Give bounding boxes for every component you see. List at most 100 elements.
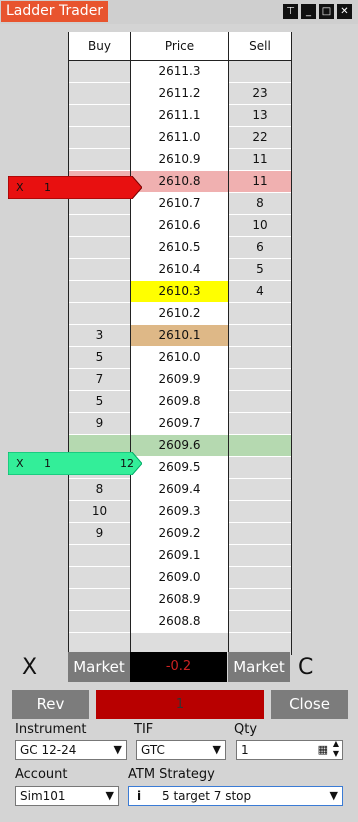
buy-cell[interactable] bbox=[69, 127, 130, 148]
sell-cell[interactable]: 23 bbox=[229, 83, 291, 104]
buy-cell[interactable] bbox=[69, 215, 130, 236]
price-cell[interactable]: 2610.2 bbox=[131, 303, 228, 324]
maximize-icon[interactable]: □ bbox=[319, 4, 334, 19]
qty-stepper[interactable]: 1 ▦ ▲ ▼ bbox=[236, 739, 343, 760]
price-cell[interactable]: 2610.5 bbox=[131, 237, 228, 258]
price-cell[interactable]: 2609.7 bbox=[131, 413, 228, 434]
buy-cell[interactable]: 7 bbox=[69, 369, 130, 390]
sell-cell[interactable]: 6 bbox=[229, 237, 291, 258]
info-icon[interactable]: i bbox=[137, 787, 141, 805]
buy-cell[interactable] bbox=[69, 83, 130, 104]
sell-cell[interactable] bbox=[229, 457, 291, 478]
sell-cell[interactable] bbox=[229, 479, 291, 500]
price-cell[interactable]: 2609.2 bbox=[131, 523, 228, 544]
price-cell[interactable]: 2609.8 bbox=[131, 391, 228, 412]
sell-cell[interactable] bbox=[229, 369, 291, 390]
price-cell[interactable]: 2610.4 bbox=[131, 259, 228, 280]
spin-arrows-icon[interactable]: ▲ ▼ bbox=[333, 739, 339, 759]
sell-cell[interactable] bbox=[229, 501, 291, 522]
tif-select[interactable]: GTC ▼ bbox=[136, 740, 226, 760]
price-cell[interactable]: 2611.2 bbox=[131, 83, 228, 104]
stop-order-cancel[interactable]: X bbox=[16, 176, 24, 199]
market-buy-button[interactable]: Market bbox=[68, 652, 130, 682]
buy-cell[interactable]: 5 bbox=[69, 347, 130, 368]
price-cell[interactable]: 2610.0 bbox=[131, 347, 228, 368]
sell-cell[interactable] bbox=[229, 325, 291, 346]
sell-cell[interactable]: 11 bbox=[229, 149, 291, 170]
price-cell[interactable]: 2608.8 bbox=[131, 611, 228, 632]
price-cell[interactable]: 2610.7 bbox=[131, 193, 228, 214]
sell-cell[interactable] bbox=[229, 589, 291, 610]
sell-cell[interactable]: 10 bbox=[229, 215, 291, 236]
cancel-all-button[interactable]: X bbox=[22, 654, 37, 682]
price-cell[interactable]: 2610.9 bbox=[131, 149, 228, 170]
minimize-icon[interactable]: _ bbox=[301, 4, 316, 19]
tif-value: GTC bbox=[141, 743, 165, 757]
calculator-icon[interactable]: ▦ bbox=[318, 741, 328, 759]
sell-cell[interactable]: 4 bbox=[229, 281, 291, 302]
rev-button[interactable]: Rev bbox=[12, 690, 89, 719]
price-cell[interactable]: 2610.3 bbox=[131, 281, 228, 302]
sell-cell[interactable] bbox=[229, 567, 291, 588]
atm-strategy-select[interactable]: i 5 target 7 stop ▼ bbox=[128, 786, 343, 806]
center-button[interactable]: C bbox=[298, 654, 313, 682]
instrument-select[interactable]: GC 12-24 ▼ bbox=[15, 740, 127, 760]
pin-icon[interactable]: ⊤ bbox=[283, 4, 298, 19]
close-button[interactable]: Close bbox=[271, 690, 348, 719]
buy-cell[interactable] bbox=[69, 611, 130, 632]
sell-cell[interactable] bbox=[229, 435, 291, 456]
sell-cell[interactable] bbox=[229, 413, 291, 434]
sell-cell[interactable] bbox=[229, 523, 291, 544]
price-cell[interactable]: 2609.9 bbox=[131, 369, 228, 390]
stop-order-tag[interactable]: X 1 bbox=[8, 176, 142, 199]
sell-cell[interactable]: 5 bbox=[229, 259, 291, 280]
price-cell[interactable]: 2609.4 bbox=[131, 479, 228, 500]
price-cell[interactable]: 2611.0 bbox=[131, 127, 228, 148]
sell-cell[interactable]: 11 bbox=[229, 171, 291, 192]
buy-cell[interactable] bbox=[69, 237, 130, 258]
sell-cell[interactable]: 22 bbox=[229, 127, 291, 148]
buy-cell[interactable] bbox=[69, 259, 130, 280]
buy-cell[interactable] bbox=[69, 149, 130, 170]
buy-cell[interactable]: 8 bbox=[69, 479, 130, 500]
price-cell[interactable]: 2609.1 bbox=[131, 545, 228, 566]
target-order-tag[interactable]: X 1 12 bbox=[8, 452, 142, 475]
price-cell[interactable]: 2610.8 bbox=[131, 171, 228, 192]
target-order-cancel[interactable]: X bbox=[16, 452, 24, 475]
buy-cell[interactable] bbox=[69, 303, 130, 324]
price-cell[interactable]: 2611.3 bbox=[131, 61, 228, 82]
price-cell[interactable]: 2610.1 bbox=[131, 325, 228, 346]
buy-cell[interactable]: 9 bbox=[69, 523, 130, 544]
buy-cell[interactable]: 10 bbox=[69, 501, 130, 522]
price-cell[interactable]: 2609.6 bbox=[131, 435, 228, 456]
sell-cell[interactable] bbox=[229, 61, 291, 82]
buy-cell[interactable] bbox=[69, 545, 130, 566]
price-cell[interactable]: 2610.6 bbox=[131, 215, 228, 236]
buy-cell[interactable] bbox=[69, 589, 130, 610]
price-cell[interactable]: 2609.5 bbox=[131, 457, 228, 478]
buy-cell[interactable]: 9 bbox=[69, 413, 130, 434]
instrument-label: Instrument bbox=[15, 722, 87, 737]
ladder-row: 9 2609.7 bbox=[69, 413, 291, 435]
sell-cell[interactable] bbox=[229, 545, 291, 566]
buy-cell[interactable] bbox=[69, 61, 130, 82]
sell-cell[interactable] bbox=[229, 391, 291, 412]
buy-cell[interactable]: 5 bbox=[69, 391, 130, 412]
buy-cell[interactable] bbox=[69, 105, 130, 126]
market-sell-button[interactable]: Market bbox=[228, 652, 290, 682]
buy-cell[interactable]: 3 bbox=[69, 325, 130, 346]
buy-cell[interactable] bbox=[69, 281, 130, 302]
close-icon[interactable]: ✕ bbox=[337, 4, 352, 19]
price-cell[interactable]: 2609.0 bbox=[131, 567, 228, 588]
sell-cell[interactable]: 8 bbox=[229, 193, 291, 214]
price-cell[interactable]: 2608.9 bbox=[131, 589, 228, 610]
price-cell[interactable]: 2611.1 bbox=[131, 105, 228, 126]
sell-cell[interactable] bbox=[229, 303, 291, 324]
sell-cell[interactable] bbox=[229, 347, 291, 368]
sell-cell[interactable]: 13 bbox=[229, 105, 291, 126]
price-cell[interactable]: 2609.3 bbox=[131, 501, 228, 522]
buy-cell[interactable] bbox=[69, 567, 130, 588]
account-select[interactable]: Sim101 ▼ bbox=[15, 786, 119, 806]
title-bar: Ladder Trader ⊤ _ □ ✕ bbox=[0, 0, 358, 24]
sell-cell[interactable] bbox=[229, 611, 291, 632]
